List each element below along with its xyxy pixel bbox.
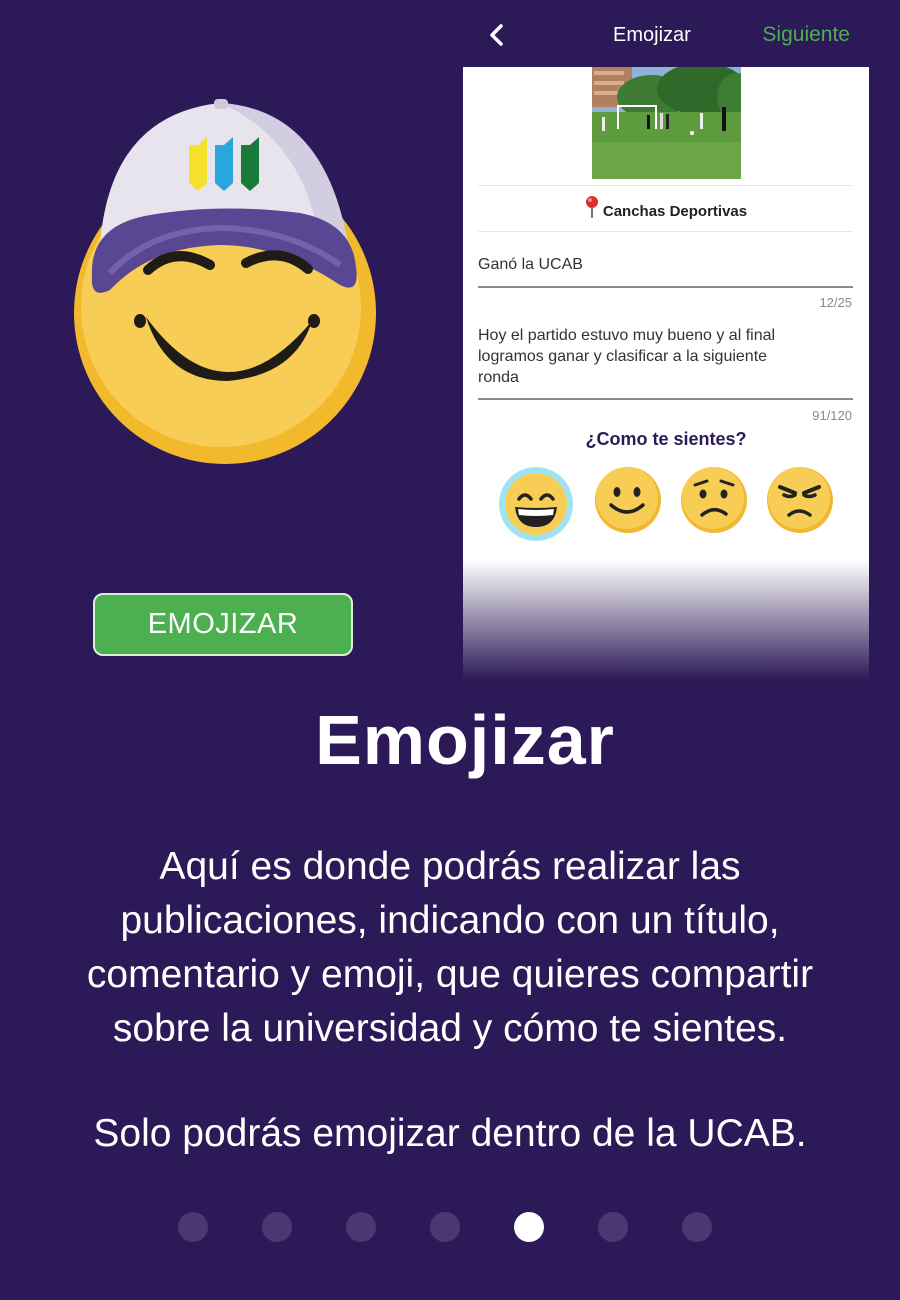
page-dot[interactable]	[430, 1212, 460, 1242]
divider	[478, 231, 853, 232]
page-dot[interactable]	[178, 1212, 208, 1242]
location-note: Solo podrás emojizar dentro de la UCAB.	[93, 1112, 807, 1155]
angry-face-icon[interactable]	[765, 465, 839, 539]
app-preview-screenshot: Emojizar Siguiente Canchas Deportivas Ga…	[463, 0, 869, 680]
grinning-face-icon[interactable]	[497, 465, 573, 541]
location-name: Canchas Deportivas	[602, 203, 748, 220]
page-dot[interactable]	[262, 1212, 292, 1242]
comment-field[interactable]: Hoy el partido estuvo muy bueno y al fin…	[478, 325, 775, 388]
emojizar-button[interactable]: EMOJIZAR	[93, 593, 353, 656]
smiling-face-icon[interactable]	[593, 465, 667, 539]
chevron-left-icon[interactable]	[485, 20, 507, 50]
post-title-field[interactable]: Ganó la UCAB	[478, 254, 583, 275]
worried-face-icon[interactable]	[679, 465, 753, 539]
mood-selector	[463, 465, 869, 545]
divider	[478, 185, 853, 186]
map-pin-icon	[585, 195, 599, 223]
comment-line: Hoy el partido estuvo muy bueno y al fin…	[478, 327, 776, 344]
section-heading: Emojizar	[315, 701, 615, 779]
title-underline	[478, 286, 853, 288]
description-line: sobre la universidad y cómo te sientes.	[112, 1007, 788, 1050]
title-char-counter: 12/25	[819, 295, 852, 310]
page-dot-active[interactable]	[514, 1212, 544, 1242]
comment-line: logramos ganar y clasificar a la siguien…	[478, 348, 768, 365]
field-photo	[592, 63, 757, 179]
app-header: Emojizar Siguiente	[463, 0, 869, 68]
description-line: publicaciones, indicando con un título,	[120, 899, 780, 942]
page-indicator	[0, 1212, 900, 1244]
mascot-emoji-icon	[70, 95, 380, 475]
comment-underline	[478, 398, 853, 400]
comment-line: ronda	[478, 369, 519, 386]
page-dot[interactable]	[346, 1212, 376, 1242]
description-line: Aquí es donde podrás realizar las	[159, 845, 741, 888]
preview-fade	[463, 560, 869, 680]
header-title: Emojizar	[613, 24, 691, 46]
comment-char-counter: 91/120	[812, 408, 852, 423]
page-dot[interactable]	[598, 1212, 628, 1242]
next-button[interactable]: Siguiente	[762, 23, 850, 47]
mood-question: ¿Como te sientes?	[585, 429, 747, 449]
description: Aquí es donde podrás realizar las public…	[0, 840, 900, 1056]
description-line: comentario y emoji, que quieres comparti…	[86, 953, 814, 996]
page-dot[interactable]	[682, 1212, 712, 1242]
location-label: Canchas Deportivas	[463, 195, 869, 223]
